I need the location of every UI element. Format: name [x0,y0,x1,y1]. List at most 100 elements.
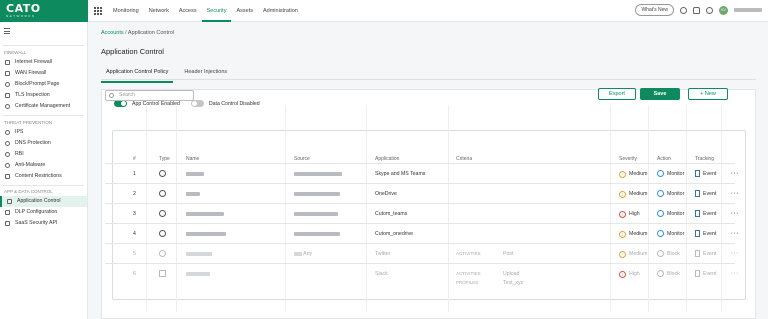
event-icon [695,190,700,198]
sidebar-item-block-page[interactable]: Block/Prompt Page [0,79,87,90]
nav-access[interactable]: Access [174,0,202,22]
content-icon [5,173,10,179]
sidebar-item-wan-firewall[interactable]: WAN Firewall [0,68,87,79]
sidebar-item-dlp-configuration[interactable]: DLP Configuration [0,207,87,218]
avatar[interactable]: KV [719,5,728,15]
action-block: Block [657,264,680,284]
tracking-event: Event [695,244,716,264]
cato-logo[interactable]: CATO NETWORKS [0,0,88,22]
sidebar-item-rbi[interactable]: RBI [0,149,87,160]
globe-icon [159,230,166,238]
table-row[interactable]: 5 Any Twitter ACTIVITIES Post ! Medium Bl… [105,243,738,264]
top-right-tools: What's New KV [635,4,762,16]
row-menu-button[interactable]: ··· [731,264,739,284]
save-button[interactable]: Save [640,88,680,100]
sidebar-item-certificate-management[interactable]: Certificate Management [0,101,87,112]
sidebar-item-content-restrictions[interactable]: Content Restrictions [0,171,87,182]
sidebar-item-application-control[interactable]: Application Control [0,195,87,207]
block-icon [657,270,664,278]
tracking-event: Event [695,204,716,224]
monitor-icon [657,230,664,238]
tab-header-injections[interactable]: Header Injections [179,67,232,83]
breadcrumb-accounts[interactable]: Accounts [101,30,124,36]
breadcrumb: Accounts / Application Control [101,30,175,36]
search-icon [109,93,114,98]
globe-icon [159,250,166,258]
tab-application-control-policy[interactable]: Application Control Policy [101,67,174,83]
name-redacted [186,171,204,176]
col-source: Source [294,156,310,162]
data-control-label: Data Control Disabled [208,100,260,107]
sidebar-item-anti-malware[interactable]: Anti-Malware [0,160,87,171]
app-grid-icon[interactable] [94,6,102,15]
table-row[interactable]: 1 Skype and MS Teams ! Medium Monitor Eve… [105,163,738,184]
table-row[interactable]: 2 OneDrive ! Medium Monitor Event ··· [105,183,738,204]
main-content: Accounts / Application Control Applicati… [88,22,768,319]
sidebar-item-internet-firewall[interactable]: Internet Firewall [0,57,87,68]
col-number: # [133,156,136,162]
tracking-event: Event [695,164,716,184]
data-control-toggle[interactable] [190,100,204,107]
table-row[interactable]: 3 Cutom_teams ! High Monitor Event ··· [105,203,738,224]
event-icon [695,210,700,218]
globe-icon [159,170,166,178]
app-control-toggle[interactable] [114,100,127,107]
severity-medium: ! Medium [619,244,647,264]
firewall-icon [5,59,10,65]
info-icon[interactable] [680,6,687,14]
table-row[interactable]: 4 Cutom_onedrive ! Medium Monitor Event ·… [105,223,738,244]
menu-icon[interactable] [4,28,10,34]
bell-icon[interactable] [693,6,700,14]
col-name: Name [186,156,200,162]
table-row[interactable]: 6 Slack ACTIVITIES Upload PROFILES Test_… [105,263,738,291]
whats-new-button[interactable]: What's New [635,4,674,16]
severity-medium: ! Medium [619,164,647,184]
logo-text: CATO [6,1,41,15]
search-input[interactable]: Search [105,90,194,101]
tabs: Application Control Policy Header Inject… [101,67,232,83]
row-menu-button[interactable]: ··· [731,184,739,204]
globe-icon [159,190,166,198]
nav-monitoring[interactable]: Monitoring [108,0,144,22]
ips-icon [5,129,10,135]
nav-security[interactable]: Security [201,0,232,22]
row-menu-button[interactable]: ··· [731,244,739,264]
sidebar-item-saas-security-api[interactable]: SaaS Security API [0,218,87,229]
sidebar-item-dns-protection[interactable]: DNS Protection [0,138,87,149]
source-redacted [294,171,342,176]
nav-administration[interactable]: Administration [258,0,303,22]
source-redacted [294,211,338,216]
main-nav: Monitoring Network Access Security Asset… [108,0,303,22]
col-severity: Severity [619,156,638,162]
event-icon [695,270,700,278]
block-icon [5,81,10,87]
monitor-icon [657,210,664,218]
export-button[interactable]: Export [598,88,636,100]
nav-assets[interactable]: Assets [231,0,258,22]
source-redacted [294,191,340,196]
action-monitor: Monitor [657,164,684,184]
page-title: Application Control [101,47,164,56]
event-icon [695,170,700,178]
help-icon[interactable] [706,6,713,14]
action-block: Block [657,244,680,264]
saas-icon [5,220,10,226]
sidebar-item-ips[interactable]: IPS [0,127,87,138]
action-monitor: Monitor [657,224,684,244]
sidebar: FIREWALL Internet Firewall WAN Firewall … [0,22,88,319]
user-name-redacted[interactable] [734,8,762,12]
globe-icon [159,210,166,218]
nav-network[interactable]: Network [144,0,174,22]
sidebar-item-tls-inspection[interactable]: TLS Inspection [0,90,87,101]
name-redacted [186,231,226,236]
row-menu-button[interactable]: ··· [731,164,739,184]
severity-medium: ! Medium [619,184,647,204]
new-rule-button[interactable]: + New [688,88,728,100]
severity-high: ! High [619,264,640,284]
tracking-event: Event [695,264,716,284]
block-icon [657,250,664,258]
row-menu-button[interactable]: ··· [731,224,739,244]
col-type: Type [159,156,170,162]
row-menu-button[interactable]: ··· [731,204,739,224]
action-monitor: Monitor [657,204,684,224]
